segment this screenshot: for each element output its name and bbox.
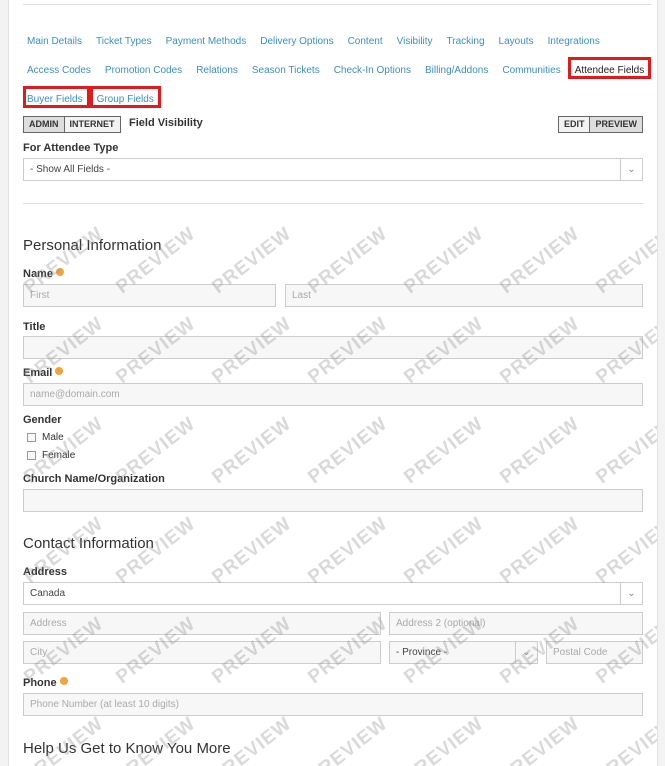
tab-row-1: Main Details Ticket Types Payment Methods D…: [23, 24, 653, 53]
preview-watermark: PREVIEW: [496, 713, 584, 766]
internet-button[interactable]: INTERNET: [64, 116, 121, 133]
mode-toggle: EDIT PREVIEW: [557, 116, 643, 133]
tab-layouts[interactable]: Layouts: [492, 28, 541, 50]
attendee-type-label: For Attendee Type: [23, 142, 119, 154]
phone-input[interactable]: Phone Number (at least 10 digits): [23, 693, 643, 716]
preview-watermark: PREVIEW: [304, 513, 392, 589]
province-select[interactable]: - Province - ⌄: [389, 641, 538, 664]
preview-watermark: PREVIEW: [400, 413, 488, 489]
gender-female-option[interactable]: Female: [23, 450, 75, 461]
last-name-input[interactable]: Last: [285, 284, 643, 307]
tab-relations[interactable]: Relations: [189, 57, 245, 79]
preview-watermark: PREVIEW: [496, 413, 584, 489]
female-label: Female: [42, 450, 76, 461]
gender-label: Gender: [23, 414, 62, 426]
preview-watermark: PREVIEW: [400, 713, 488, 766]
tab-visibility[interactable]: Visibility: [390, 28, 440, 50]
required-icon: [55, 367, 64, 375]
event-editor-panel: Main Details Ticket Types Payment Methods D…: [8, 0, 658, 766]
divider: [23, 203, 643, 204]
tab-communities[interactable]: Communities: [495, 57, 567, 79]
preview-watermark: PREVIEW: [400, 513, 488, 589]
chevron-down-icon: ⌄: [515, 642, 537, 663]
more-info-heading: Help Us Get to Know You More: [23, 740, 231, 757]
event-tabs: Main Details Ticket Types Payment Methods D…: [23, 24, 653, 111]
tab-billing-addons[interactable]: Billing/Addons: [418, 57, 495, 79]
preview-watermark: PREVIEW: [208, 513, 296, 589]
tab-check-in-options[interactable]: Check-In Options: [327, 57, 418, 79]
chevron-down-icon: ⌄: [620, 583, 642, 604]
chevron-down-icon: ⌄: [620, 159, 642, 180]
preview-watermark: PREVIEW: [208, 413, 296, 489]
checkbox[interactable]: [27, 433, 36, 442]
address2-input[interactable]: Address 2 (optional): [389, 612, 643, 635]
preview-watermark: PREVIEW: [592, 413, 658, 489]
tab-tracking[interactable]: Tracking: [440, 28, 492, 50]
tab-content[interactable]: Content: [341, 28, 390, 50]
country-select[interactable]: Canada ⌄: [23, 582, 643, 605]
tab-delivery-options[interactable]: Delivery Options: [253, 28, 340, 50]
postal-code-input[interactable]: Postal Code: [546, 641, 643, 664]
audience-toggle: ADMIN INTERNET: [23, 116, 121, 133]
tab-main-details[interactable]: Main Details: [23, 28, 89, 50]
tab-season-tickets[interactable]: Season Tickets: [245, 57, 327, 79]
edit-button[interactable]: EDIT: [557, 116, 591, 133]
male-label: Male: [42, 432, 64, 443]
preview-watermark: PREVIEW: [304, 713, 392, 766]
contact-info-heading: Contact Information: [23, 535, 154, 552]
tab-access-codes[interactable]: Access Codes: [23, 57, 98, 79]
preview-watermark: PREVIEW: [592, 713, 658, 766]
church-input[interactable]: [23, 489, 643, 512]
tab-promotion-codes[interactable]: Promotion Codes: [98, 57, 189, 79]
attendee-type-select[interactable]: - Show All Fields - ⌄: [23, 158, 643, 181]
tab-payment-methods[interactable]: Payment Methods: [159, 28, 254, 50]
phone-label: Phone: [23, 677, 68, 689]
tab-integrations[interactable]: Integrations: [541, 28, 607, 50]
field-visibility-label: Field Visibility: [129, 117, 203, 129]
top-divider: [23, 4, 651, 5]
required-icon: [59, 677, 68, 685]
title-label: Title: [23, 321, 46, 333]
country-value: Canada: [30, 588, 66, 599]
province-value: - Province -: [396, 647, 448, 658]
church-label: Church Name/Organization: [23, 473, 165, 485]
name-label: Name: [23, 268, 64, 280]
field-visibility-toolbar: ADMIN INTERNET Field Visibility EDIT PRE…: [23, 116, 643, 133]
tab-ticket-types[interactable]: Ticket Types: [89, 28, 159, 50]
admin-button[interactable]: ADMIN: [23, 116, 65, 133]
personal-info-heading: Personal Information: [23, 237, 162, 254]
title-input[interactable]: [23, 336, 643, 359]
first-name-input[interactable]: First: [23, 284, 276, 307]
city-input[interactable]: City: [23, 641, 381, 664]
tab-row-2: Access Codes Promotion Codes Relations Seas…: [23, 53, 653, 82]
tab-group-fields[interactable]: Group Fields: [89, 85, 161, 108]
address-input[interactable]: Address: [23, 612, 381, 635]
preview-watermark: PREVIEW: [304, 413, 392, 489]
checkbox[interactable]: [27, 451, 36, 460]
gender-male-option[interactable]: Male: [23, 432, 64, 443]
preview-watermark: PREVIEW: [592, 513, 658, 589]
required-icon: [55, 268, 64, 276]
attendee-type-value: - Show All Fields -: [30, 164, 111, 175]
preview-button[interactable]: PREVIEW: [590, 116, 643, 133]
preview-watermark: PREVIEW: [496, 513, 584, 589]
email-label: Email: [23, 367, 64, 379]
tab-attendee-fields[interactable]: Attendee Fields: [567, 56, 652, 79]
tab-row-3: Buyer Fields Group Fields: [23, 82, 653, 111]
email-input[interactable]: name@domain.com: [23, 383, 643, 406]
address-label: Address: [23, 566, 68, 578]
tab-buyer-fields[interactable]: Buyer Fields: [23, 85, 90, 108]
